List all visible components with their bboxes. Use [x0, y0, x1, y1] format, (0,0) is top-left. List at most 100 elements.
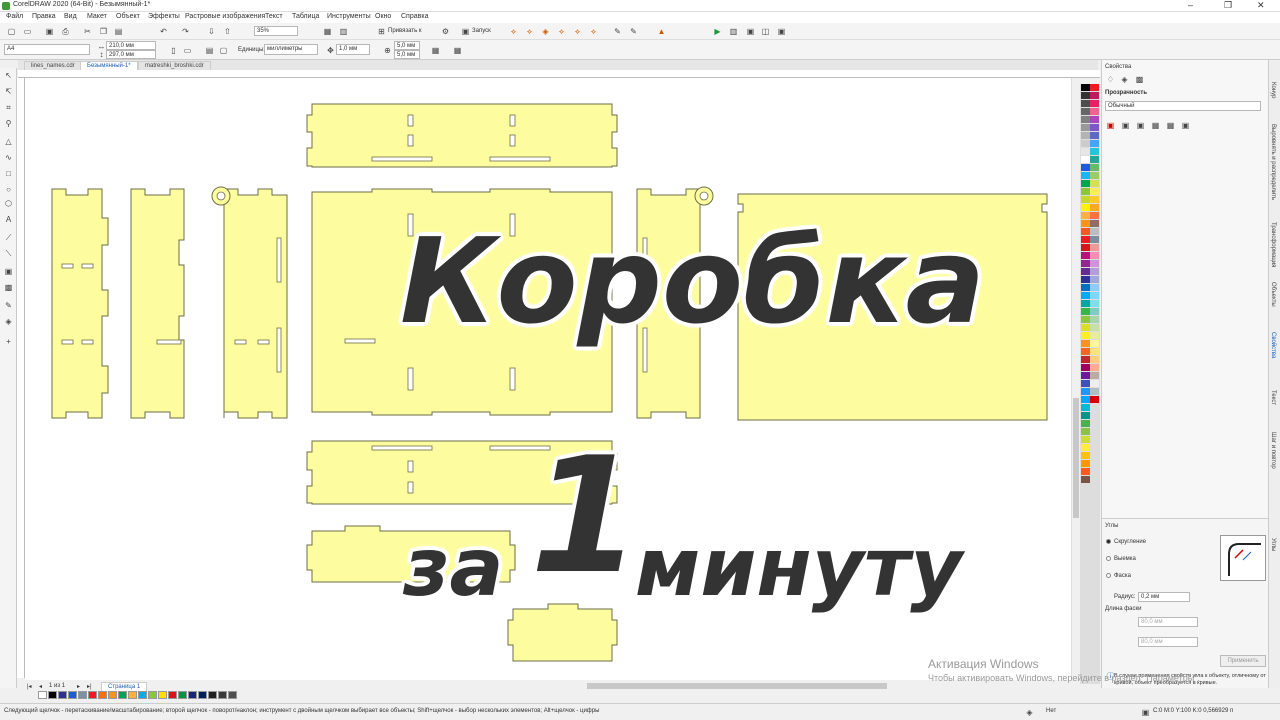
snap-to-dropdown[interactable]: Привязать к: [388, 28, 422, 34]
color-swatch[interactable]: [1081, 460, 1090, 467]
docker-tab-transform[interactable]: Трансформация: [1270, 222, 1276, 267]
docker-tab-step-repeat[interactable]: Шаг и повтор: [1270, 432, 1276, 469]
crop-tool-icon[interactable]: ⌗: [3, 102, 14, 113]
color-swatch[interactable]: [1081, 308, 1090, 315]
merge-mode-dropdown[interactable]: Обычный: [1105, 101, 1261, 111]
color-swatch[interactable]: [1090, 268, 1099, 275]
color-swatch[interactable]: [1090, 132, 1099, 139]
macro-icon[interactable]: ⟡: [508, 26, 519, 37]
page-size-dropdown[interactable]: A4: [4, 44, 90, 55]
macro-icon[interactable]: ▥: [728, 26, 739, 37]
color-swatch[interactable]: [1090, 108, 1099, 115]
color-swatch[interactable]: [1081, 100, 1090, 107]
macro-icon[interactable]: ✎: [628, 26, 639, 37]
print-icon[interactable]: ⎙: [60, 26, 71, 37]
document-color-swatch[interactable]: [168, 691, 177, 699]
color-swatch[interactable]: [1090, 300, 1099, 307]
vertical-scrollbar[interactable]: [1071, 78, 1079, 678]
macro-icon[interactable]: ⟡: [588, 26, 599, 37]
color-swatch[interactable]: [1090, 148, 1099, 155]
color-swatch[interactable]: [1081, 300, 1090, 307]
undo-icon[interactable]: ↶: [158, 26, 169, 37]
color-swatch[interactable]: [1081, 388, 1090, 395]
macro-icon[interactable]: ▲: [656, 26, 667, 37]
color-swatch[interactable]: [1090, 100, 1099, 107]
page-nav-last-icon[interactable]: ▸|: [87, 683, 92, 690]
close-button[interactable]: ✕: [1257, 0, 1265, 11]
color-swatch[interactable]: [1090, 220, 1099, 227]
color-swatch[interactable]: [1090, 196, 1099, 203]
color-swatch[interactable]: [1081, 172, 1090, 179]
color-swatch[interactable]: [1090, 284, 1099, 291]
freehand-tool-icon[interactable]: △: [3, 136, 14, 147]
color-swatch[interactable]: [1090, 364, 1099, 371]
shadow-tool-icon[interactable]: ▣: [3, 266, 14, 277]
polygon-tool-icon[interactable]: ⬡: [3, 198, 14, 209]
snap-icon[interactable]: ⊞: [376, 26, 387, 37]
corner-scallop-radio[interactable]: [1106, 556, 1111, 561]
landscape-icon[interactable]: ▭: [182, 45, 193, 56]
menu-help[interactable]: Справка: [401, 13, 428, 20]
color-swatch[interactable]: [1081, 452, 1090, 459]
document-color-swatch[interactable]: [158, 691, 167, 699]
document-color-swatch[interactable]: [218, 691, 227, 699]
page-nav-prev-icon[interactable]: ◂: [39, 683, 42, 690]
color-swatch[interactable]: [1081, 380, 1090, 387]
color-swatch[interactable]: [1081, 284, 1090, 291]
launch-dropdown[interactable]: Запуск: [472, 28, 491, 34]
document-color-swatch[interactable]: [38, 691, 47, 699]
color-swatch[interactable]: [1081, 204, 1090, 211]
page-options-icon[interactable]: ▦: [430, 45, 441, 56]
menu-window[interactable]: Окно: [375, 13, 391, 20]
color-swatch[interactable]: [1081, 124, 1090, 131]
corner-chamfer-radio[interactable]: [1106, 573, 1111, 578]
document-color-swatch[interactable]: [188, 691, 197, 699]
connector-tool-icon[interactable]: ⟍: [3, 248, 14, 259]
menu-table[interactable]: Таблица: [292, 13, 319, 20]
eyedropper-tool-icon[interactable]: ✎: [3, 300, 14, 311]
color-swatch[interactable]: [1090, 204, 1099, 211]
color-swatch[interactable]: [1090, 372, 1099, 379]
color-swatch[interactable]: [1090, 316, 1099, 323]
color-swatch[interactable]: [1090, 332, 1099, 339]
color-swatch[interactable]: [1081, 116, 1090, 123]
document-color-swatch[interactable]: [148, 691, 157, 699]
color-swatch[interactable]: [1090, 164, 1099, 171]
page-height-field[interactable]: 297,0 мм: [106, 50, 156, 59]
color-swatch[interactable]: [1090, 292, 1099, 299]
zoom-level-field[interactable]: 35%: [254, 26, 298, 36]
macro-icon[interactable]: ✎: [612, 26, 623, 37]
color-swatch[interactable]: [1090, 116, 1099, 123]
color-swatch[interactable]: [1081, 436, 1090, 443]
copy-icon[interactable]: ❐: [98, 26, 109, 37]
tab-untitled[interactable]: Безымянный-1*: [80, 61, 138, 70]
menu-effects[interactable]: Эффекты: [148, 13, 180, 20]
color-swatch[interactable]: [1081, 316, 1090, 323]
color-swatch[interactable]: [1081, 292, 1090, 299]
tab-matreshki[interactable]: matreshki_broshki.cdr: [138, 61, 211, 70]
zoom-tool-icon[interactable]: ⚲: [3, 118, 14, 129]
transparency-icon[interactable]: ▩: [1134, 74, 1145, 85]
rectangle-tool-icon[interactable]: □: [3, 168, 14, 179]
drawing-canvas[interactable]: Коробка за 1 минуту: [25, 78, 1071, 680]
export-icon[interactable]: ⇧: [222, 26, 233, 37]
radius-field[interactable]: 0,2 мм: [1138, 592, 1190, 602]
docker-tab-align[interactable]: Выровнять и распределить: [1270, 124, 1276, 200]
color-swatch[interactable]: [1090, 180, 1099, 187]
color-swatch[interactable]: [1081, 140, 1090, 147]
color-swatch[interactable]: [1081, 84, 1090, 91]
menu-edit[interactable]: Правка: [32, 13, 56, 20]
document-color-swatch[interactable]: [198, 691, 207, 699]
units-dropdown[interactable]: миллиметры: [264, 44, 318, 55]
color-swatch[interactable]: [1081, 428, 1090, 435]
transparency-tool-icon[interactable]: ▩: [3, 282, 14, 293]
color-swatch[interactable]: [1081, 372, 1090, 379]
color-swatch[interactable]: [1090, 156, 1099, 163]
color-swatch[interactable]: [1081, 212, 1090, 219]
color-swatch[interactable]: [1081, 260, 1090, 267]
color-swatch[interactable]: [1081, 348, 1090, 355]
color-swatch[interactable]: [1081, 468, 1090, 475]
color-swatch[interactable]: [1081, 324, 1090, 331]
portrait-icon[interactable]: ▯: [168, 45, 179, 56]
color-swatch[interactable]: [1081, 164, 1090, 171]
